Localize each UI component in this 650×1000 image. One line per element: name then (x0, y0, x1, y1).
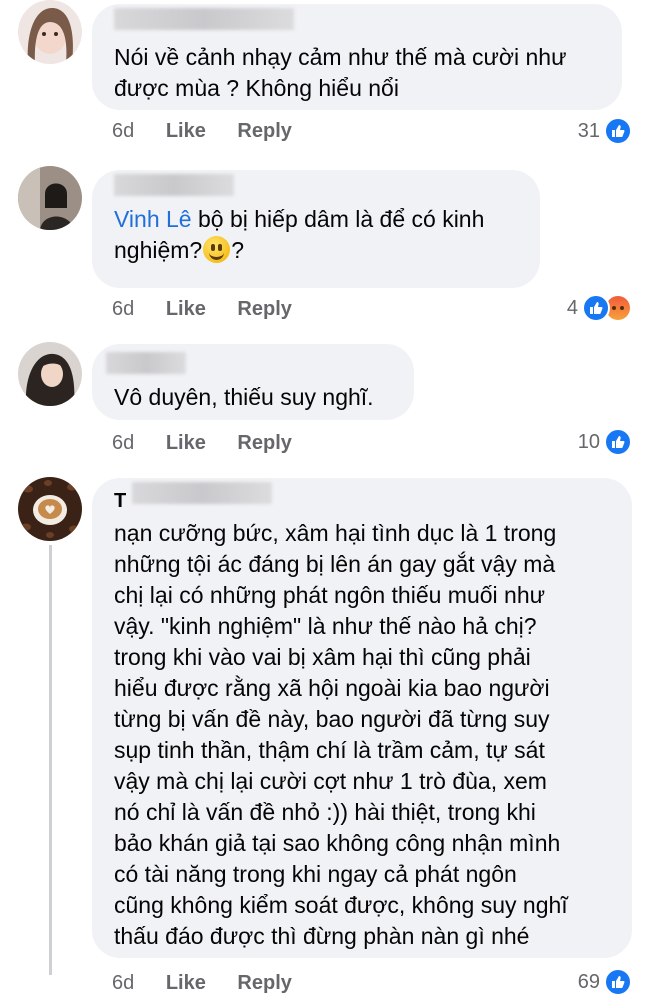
comment-text: nạn cưỡng bức, xâm hại tình dục là 1 tro… (114, 520, 568, 949)
comment-actions: 6d Like Reply (112, 120, 318, 143)
reply-button[interactable]: Reply (237, 120, 291, 142)
reaction-count: 69 (577, 970, 600, 993)
timestamp[interactable]: 6d (112, 120, 134, 142)
blurred-author-name (106, 352, 186, 374)
thumbs-up-icon (604, 428, 632, 456)
thumbs-up-icon (582, 294, 610, 322)
thumbs-up-icon (604, 117, 632, 145)
reaction-summary[interactable]: 69 (578, 968, 632, 996)
comment-actions: 6d Like Reply (112, 432, 318, 455)
timestamp[interactable]: 6d (112, 972, 134, 994)
comment-text: Vinh Lê bộ bị hiếp dâm là để có kinh ngh… (114, 204, 518, 266)
avatar[interactable] (18, 477, 82, 541)
avatar[interactable] (18, 0, 82, 64)
reaction-summary[interactable]: 4 (567, 294, 632, 322)
comment-text: Nói về cảnh nhạy cảm như thế mà cười như… (114, 44, 567, 101)
avatar[interactable] (18, 342, 82, 406)
avatar[interactable] (18, 166, 82, 230)
comment-bubble: Vinh Lê bộ bị hiếp dâm là để có kinh ngh… (92, 170, 540, 288)
comment-text-part: ? (231, 237, 245, 263)
comment-bubble: T nạn cưỡng bức, xâm hại tình dục là 1 t… (92, 478, 632, 958)
comment-actions: 6d Like Reply (112, 298, 318, 321)
timestamp[interactable]: 6d (112, 432, 134, 454)
mention-link[interactable]: Vinh Lê (114, 206, 192, 232)
reply-button[interactable]: Reply (237, 432, 291, 454)
blurred-author-name (114, 8, 294, 30)
reaction-count: 10 (577, 430, 600, 453)
comment-text: Vô duyên, thiếu suy nghĩ. (114, 384, 374, 410)
blurred-author-name (132, 482, 272, 504)
reaction-count: 31 (577, 119, 600, 142)
like-button[interactable]: Like (166, 120, 206, 142)
reaction-summary[interactable]: 10 (578, 428, 632, 456)
thumbs-up-icon (604, 968, 632, 996)
smiling-face-emoji-icon (203, 236, 231, 263)
blurred-author-name (114, 174, 234, 196)
reaction-summary[interactable]: 31 (578, 117, 632, 145)
like-button[interactable]: Like (166, 298, 206, 320)
comment-bubble: Nói về cảnh nhạy cảm như thế mà cười như… (92, 4, 622, 110)
reply-thread-line (49, 545, 52, 975)
author-name-initial[interactable]: T (114, 490, 126, 513)
reply-button[interactable]: Reply (237, 972, 291, 994)
reply-button[interactable]: Reply (237, 298, 291, 320)
like-button[interactable]: Like (166, 972, 206, 994)
reaction-count: 4 (566, 296, 578, 319)
comment-actions: 6d Like Reply (112, 972, 318, 995)
timestamp[interactable]: 6d (112, 298, 134, 320)
comment-bubble: Vô duyên, thiếu suy nghĩ. (92, 344, 414, 420)
like-button[interactable]: Like (166, 432, 206, 454)
